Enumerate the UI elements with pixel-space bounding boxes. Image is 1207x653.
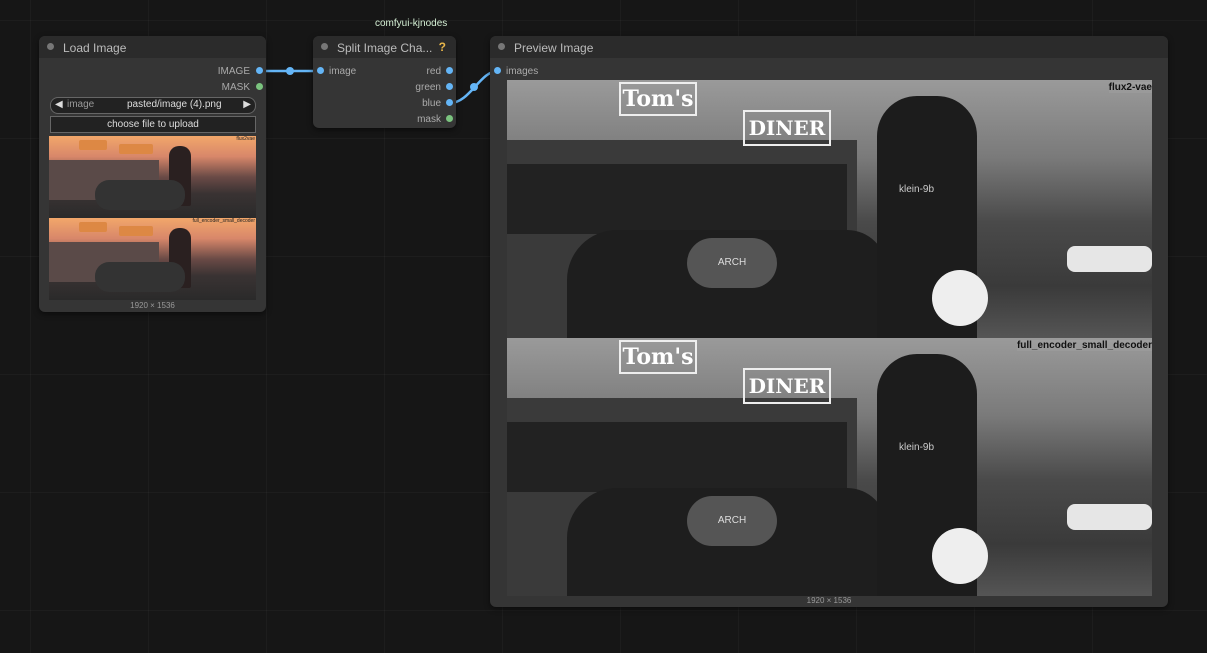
output-mask-socket[interactable] <box>446 115 453 122</box>
thumbnail-top: flux2vae <box>49 136 256 218</box>
image-combo[interactable]: ◀ image pasted/image (4).png ▶ <box>50 97 256 114</box>
input-image-socket[interactable] <box>317 67 324 74</box>
sign-diner: DINER <box>743 110 831 146</box>
help-icon[interactable]: ? <box>439 40 446 54</box>
combo-value: pasted/image (4).png <box>127 99 222 110</box>
output-mask: MASK <box>221 82 250 93</box>
tank-brand-bottom: ARCH <box>687 496 777 546</box>
collapse-dot-icon[interactable] <box>321 43 328 50</box>
image-size: 1920 × 1536 <box>130 301 175 310</box>
output-green: green <box>415 82 441 93</box>
collapse-dot-icon[interactable] <box>498 43 505 50</box>
sign-toms: Tom's <box>619 82 697 116</box>
input-images: images <box>506 66 539 77</box>
split-image-channels-node[interactable]: Split Image Cha... ? image red green blu… <box>313 36 456 128</box>
preview-image-top: Tom's DINER ARCH klein-9b <box>507 80 1152 338</box>
collapse-dot-icon[interactable] <box>47 43 54 50</box>
output-mask: mask <box>417 114 441 125</box>
sign-toms-bottom: Tom's <box>619 340 697 374</box>
preview-size: 1920 × 1536 <box>806 596 852 605</box>
preview-image-node[interactable]: Preview Image images Tom's DINER ARCH kl… <box>490 36 1168 607</box>
output-green-socket[interactable] <box>446 83 453 90</box>
thumbnail-bottom: full_encoder_small_decoder <box>49 218 256 300</box>
thumb-bottom-tag: full_encoder_small_decoder <box>192 218 255 224</box>
preview-image-bottom: Tom's DINER ARCH klein-9b <box>507 338 1152 596</box>
shirt-text-top: klein-9b <box>899 184 935 195</box>
combo-left-arrow-icon[interactable]: ◀ <box>55 99 63 110</box>
sign-diner-bottom: DINER <box>743 368 831 404</box>
shirt-text-bottom: klein-9b <box>899 442 935 453</box>
preview-label-bottom: full_encoder_small_decoder <box>1016 340 1152 351</box>
node-title: Split Image Cha... <box>337 41 433 55</box>
output-red-socket[interactable] <box>446 67 453 74</box>
output-red: red <box>426 66 441 77</box>
input-image: image <box>329 66 357 77</box>
input-images-socket[interactable] <box>494 67 501 74</box>
load-image-node[interactable]: Load Image IMAGE MASK ◀ image pasted/ima… <box>39 36 266 312</box>
output-image: IMAGE <box>217 66 250 77</box>
preview-header[interactable]: Preview Image <box>490 36 1168 58</box>
load-image-header[interactable]: Load Image <box>39 36 266 58</box>
node-title: Load Image <box>63 41 127 55</box>
output-image-socket[interactable] <box>256 67 263 74</box>
node-title: Preview Image <box>514 41 594 55</box>
thumb-top-tag: flux2vae <box>236 136 255 142</box>
output-mask-socket[interactable] <box>256 83 263 90</box>
output-blue: blue <box>422 98 441 109</box>
preview-label-top: flux2-vae <box>1108 82 1152 93</box>
combo-right-arrow-icon[interactable]: ▶ <box>243 99 251 110</box>
combo-label: image <box>67 99 95 110</box>
output-blue-socket[interactable] <box>446 99 453 106</box>
tank-brand-top: ARCH <box>687 238 777 288</box>
upload-button[interactable]: choose file to upload <box>50 116 256 133</box>
split-header[interactable]: Split Image Cha... ? <box>313 36 456 58</box>
group-tag: comfyui-kjnodes <box>375 18 448 29</box>
